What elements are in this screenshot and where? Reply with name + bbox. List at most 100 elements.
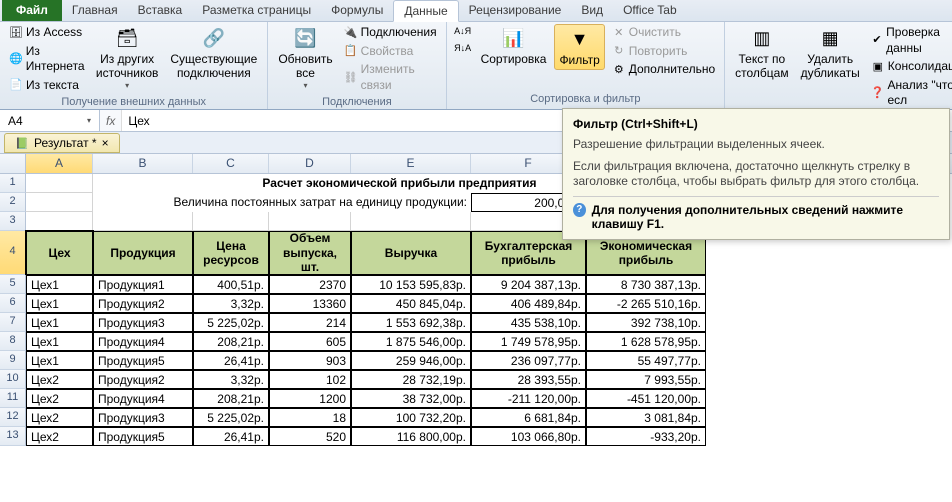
- data-cell[interactable]: 8 730 387,13р.: [586, 275, 706, 294]
- row-1[interactable]: 1: [0, 174, 26, 193]
- data-cell[interactable]: Продукция2: [93, 294, 193, 313]
- tab-layout[interactable]: Разметка страницы: [192, 0, 321, 21]
- data-cell[interactable]: Продукция5: [93, 427, 193, 446]
- data-cell[interactable]: -933,20р.: [586, 427, 706, 446]
- data-cell[interactable]: 450 845,04р.: [351, 294, 471, 313]
- data-cell[interactable]: 28 393,55р.: [471, 370, 586, 389]
- data-cell[interactable]: 1 553 692,38р.: [351, 313, 471, 332]
- data-cell[interactable]: 1 875 546,00р.: [351, 332, 471, 351]
- data-cell[interactable]: Цех1: [26, 351, 93, 370]
- data-cell[interactable]: 5 225,02р.: [193, 408, 269, 427]
- row-7[interactable]: 7: [0, 313, 26, 332]
- close-icon[interactable]: ×: [102, 136, 109, 150]
- tab-home[interactable]: Главная: [62, 0, 128, 21]
- cell-a4[interactable]: Цех: [26, 231, 93, 275]
- existing-conn-button[interactable]: 🔗Существующие подключения: [166, 24, 261, 83]
- data-cell[interactable]: 100 732,20р.: [351, 408, 471, 427]
- from-text-button[interactable]: 📄Из текста: [6, 77, 88, 95]
- tab-file[interactable]: Файл: [2, 0, 62, 21]
- data-cell[interactable]: 236 097,77р.: [471, 351, 586, 370]
- from-web-button[interactable]: 🌐Из Интернета: [6, 43, 88, 76]
- data-cell[interactable]: 3 081,84р.: [586, 408, 706, 427]
- row-13[interactable]: 13: [0, 427, 26, 446]
- filter-button[interactable]: ▼Фильтр: [554, 24, 604, 70]
- row-11[interactable]: 11: [0, 389, 26, 408]
- header-cell[interactable]: Объем выпуска, шт.: [269, 231, 351, 275]
- data-cell[interactable]: -2 265 510,16р.: [586, 294, 706, 313]
- doc-tab-result[interactable]: 📗 Результат * ×: [4, 133, 120, 153]
- tab-data[interactable]: Данные: [393, 0, 458, 22]
- col-d[interactable]: D: [269, 154, 351, 173]
- data-cell[interactable]: Продукция5: [93, 351, 193, 370]
- data-cell[interactable]: Продукция3: [93, 313, 193, 332]
- consolidate-button[interactable]: ▣Консолидация: [868, 58, 952, 76]
- data-cell[interactable]: 259 946,00р.: [351, 351, 471, 370]
- data-cell[interactable]: 903: [269, 351, 351, 370]
- data-validation-button[interactable]: ✔Проверка данны: [868, 24, 952, 57]
- name-box[interactable]: A4▾: [0, 110, 100, 131]
- properties-button[interactable]: 📋Свойства: [341, 43, 440, 61]
- data-cell[interactable]: -451 120,00р.: [586, 389, 706, 408]
- row-4[interactable]: 4: [0, 231, 26, 275]
- data-cell[interactable]: Цех2: [26, 389, 93, 408]
- data-cell[interactable]: 26,41р.: [193, 427, 269, 446]
- data-cell[interactable]: 605: [269, 332, 351, 351]
- data-cell[interactable]: 406 489,84р.: [471, 294, 586, 313]
- data-cell[interactable]: Цех1: [26, 332, 93, 351]
- data-cell[interactable]: 1 749 578,95р.: [471, 332, 586, 351]
- tab-insert[interactable]: Вставка: [128, 0, 193, 21]
- data-cell[interactable]: 5 225,02р.: [193, 313, 269, 332]
- from-access-button[interactable]: 🗄Из Access: [6, 24, 88, 42]
- edit-links-button[interactable]: ⛓Изменить связи: [341, 61, 440, 94]
- data-cell[interactable]: 9 204 387,13р.: [471, 275, 586, 294]
- data-cell[interactable]: 435 538,10р.: [471, 313, 586, 332]
- data-cell[interactable]: 1200: [269, 389, 351, 408]
- fx-button[interactable]: fx: [100, 110, 122, 131]
- row-2[interactable]: 2: [0, 193, 26, 212]
- tab-formulas[interactable]: Формулы: [321, 0, 393, 21]
- data-cell[interactable]: Продукция4: [93, 332, 193, 351]
- text-to-columns-button[interactable]: ▥Текст по столбцам: [731, 24, 792, 83]
- data-cell[interactable]: Цех2: [26, 408, 93, 427]
- row-12[interactable]: 12: [0, 408, 26, 427]
- refresh-button[interactable]: 🔄Обновить все▾: [274, 24, 336, 92]
- remove-dup-button[interactable]: ▦Удалить дубликаты: [797, 24, 864, 83]
- row-6[interactable]: 6: [0, 294, 26, 313]
- data-cell[interactable]: Цех1: [26, 275, 93, 294]
- tab-office[interactable]: Office Tab: [613, 0, 687, 21]
- data-cell[interactable]: 3,32р.: [193, 294, 269, 313]
- data-cell[interactable]: 392 738,10р.: [586, 313, 706, 332]
- subtitle-cell[interactable]: Величина постоянных затрат на единицу пр…: [93, 193, 471, 212]
- col-c[interactable]: C: [193, 154, 269, 173]
- data-cell[interactable]: 55 497,77р.: [586, 351, 706, 370]
- data-cell[interactable]: 103 066,80р.: [471, 427, 586, 446]
- data-cell[interactable]: 116 800,00р.: [351, 427, 471, 446]
- header-cell[interactable]: Продукция: [93, 231, 193, 275]
- data-cell[interactable]: 7 993,55р.: [586, 370, 706, 389]
- data-cell[interactable]: -211 120,00р.: [471, 389, 586, 408]
- data-cell[interactable]: 18: [269, 408, 351, 427]
- data-cell[interactable]: 1 628 578,95р.: [586, 332, 706, 351]
- row-9[interactable]: 9: [0, 351, 26, 370]
- data-cell[interactable]: 400,51р.: [193, 275, 269, 294]
- col-a[interactable]: A: [26, 154, 93, 173]
- sort-az-button[interactable]: А↓Я: [453, 24, 473, 40]
- data-cell[interactable]: 214: [269, 313, 351, 332]
- col-e[interactable]: E: [351, 154, 471, 173]
- sort-button[interactable]: 📊Сортировка: [477, 24, 551, 68]
- data-cell[interactable]: 208,21р.: [193, 332, 269, 351]
- data-cell[interactable]: Цех2: [26, 427, 93, 446]
- data-cell[interactable]: 28 732,19р.: [351, 370, 471, 389]
- data-cell[interactable]: Продукция3: [93, 408, 193, 427]
- tab-review[interactable]: Рецензирование: [459, 0, 572, 21]
- row-8[interactable]: 8: [0, 332, 26, 351]
- whatif-button[interactable]: ❓Анализ "что есл: [868, 77, 952, 110]
- data-cell[interactable]: 26,41р.: [193, 351, 269, 370]
- data-cell[interactable]: 2370: [269, 275, 351, 294]
- data-cell[interactable]: Цех1: [26, 313, 93, 332]
- header-cell[interactable]: Цена ресурсов: [193, 231, 269, 275]
- from-other-button[interactable]: 🗃Из других источников▾: [92, 24, 162, 92]
- data-cell[interactable]: Продукция1: [93, 275, 193, 294]
- data-cell[interactable]: Цех2: [26, 370, 93, 389]
- header-cell[interactable]: Выручка: [351, 231, 471, 275]
